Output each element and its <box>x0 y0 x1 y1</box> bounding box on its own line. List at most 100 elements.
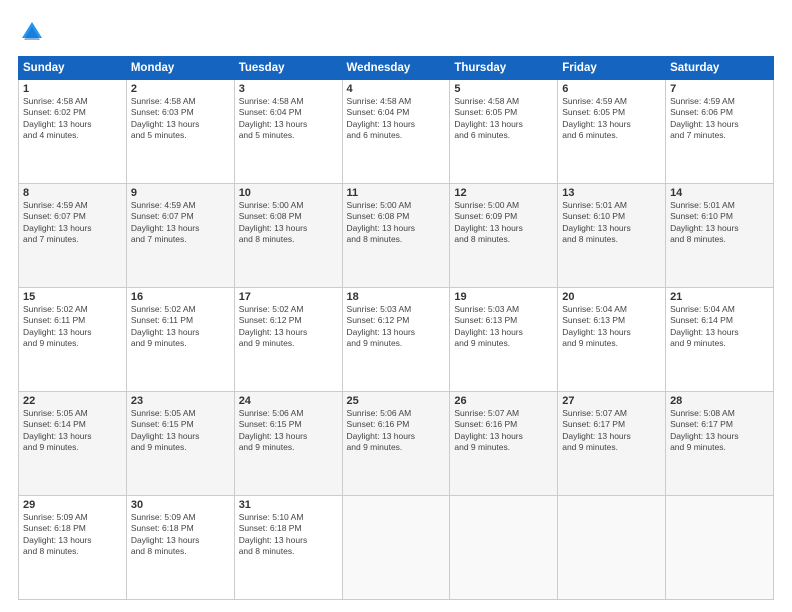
day-info: Sunrise: 4:59 AMSunset: 6:05 PMDaylight:… <box>562 96 631 140</box>
calendar-week-5: 29 Sunrise: 5:09 AMSunset: 6:18 PMDaylig… <box>19 496 774 600</box>
day-info: Sunrise: 4:59 AMSunset: 6:06 PMDaylight:… <box>670 96 739 140</box>
calendar-cell: 18 Sunrise: 5:03 AMSunset: 6:12 PMDaylig… <box>342 288 450 392</box>
day-info: Sunrise: 5:06 AMSunset: 6:16 PMDaylight:… <box>347 408 416 452</box>
day-number: 25 <box>347 395 446 407</box>
calendar-table: SundayMondayTuesdayWednesdayThursdayFrid… <box>18 56 774 600</box>
calendar-cell: 16 Sunrise: 5:02 AMSunset: 6:11 PMDaylig… <box>126 288 234 392</box>
day-info: Sunrise: 4:58 AMSunset: 6:03 PMDaylight:… <box>131 96 200 140</box>
day-info: Sunrise: 5:05 AMSunset: 6:14 PMDaylight:… <box>23 408 92 452</box>
day-number: 23 <box>131 395 230 407</box>
calendar-cell: 2 Sunrise: 4:58 AMSunset: 6:03 PMDayligh… <box>126 80 234 184</box>
day-info: Sunrise: 5:08 AMSunset: 6:17 PMDaylight:… <box>670 408 739 452</box>
day-info: Sunrise: 5:10 AMSunset: 6:18 PMDaylight:… <box>239 512 308 556</box>
day-info: Sunrise: 4:58 AMSunset: 6:02 PMDaylight:… <box>23 96 92 140</box>
weekday-header-sunday: Sunday <box>19 57 127 80</box>
calendar-cell: 26 Sunrise: 5:07 AMSunset: 6:16 PMDaylig… <box>450 392 558 496</box>
day-number: 30 <box>131 499 230 511</box>
calendar-cell: 8 Sunrise: 4:59 AMSunset: 6:07 PMDayligh… <box>19 184 127 288</box>
day-number: 3 <box>239 83 338 95</box>
day-info: Sunrise: 5:01 AMSunset: 6:10 PMDaylight:… <box>670 200 739 244</box>
day-info: Sunrise: 4:58 AMSunset: 6:04 PMDaylight:… <box>347 96 416 140</box>
calendar-cell <box>450 496 558 600</box>
day-info: Sunrise: 5:07 AMSunset: 6:16 PMDaylight:… <box>454 408 523 452</box>
day-info: Sunrise: 4:58 AMSunset: 6:04 PMDaylight:… <box>239 96 308 140</box>
day-number: 31 <box>239 499 338 511</box>
calendar-cell: 15 Sunrise: 5:02 AMSunset: 6:11 PMDaylig… <box>19 288 127 392</box>
day-number: 5 <box>454 83 553 95</box>
calendar-cell: 5 Sunrise: 4:58 AMSunset: 6:05 PMDayligh… <box>450 80 558 184</box>
day-number: 19 <box>454 291 553 303</box>
day-number: 26 <box>454 395 553 407</box>
day-info: Sunrise: 5:09 AMSunset: 6:18 PMDaylight:… <box>23 512 92 556</box>
weekday-header-wednesday: Wednesday <box>342 57 450 80</box>
calendar-cell: 4 Sunrise: 4:58 AMSunset: 6:04 PMDayligh… <box>342 80 450 184</box>
calendar-cell: 21 Sunrise: 5:04 AMSunset: 6:14 PMDaylig… <box>666 288 774 392</box>
calendar-week-2: 8 Sunrise: 4:59 AMSunset: 6:07 PMDayligh… <box>19 184 774 288</box>
calendar-cell: 14 Sunrise: 5:01 AMSunset: 6:10 PMDaylig… <box>666 184 774 288</box>
weekday-header-saturday: Saturday <box>666 57 774 80</box>
calendar-cell: 12 Sunrise: 5:00 AMSunset: 6:09 PMDaylig… <box>450 184 558 288</box>
day-info: Sunrise: 5:03 AMSunset: 6:13 PMDaylight:… <box>454 304 523 348</box>
day-info: Sunrise: 5:06 AMSunset: 6:15 PMDaylight:… <box>239 408 308 452</box>
calendar-header: SundayMondayTuesdayWednesdayThursdayFrid… <box>19 57 774 80</box>
logo <box>18 18 50 46</box>
calendar-cell: 31 Sunrise: 5:10 AMSunset: 6:18 PMDaylig… <box>234 496 342 600</box>
weekday-row: SundayMondayTuesdayWednesdayThursdayFrid… <box>19 57 774 80</box>
calendar-cell: 29 Sunrise: 5:09 AMSunset: 6:18 PMDaylig… <box>19 496 127 600</box>
day-info: Sunrise: 5:02 AMSunset: 6:12 PMDaylight:… <box>239 304 308 348</box>
day-info: Sunrise: 4:59 AMSunset: 6:07 PMDaylight:… <box>23 200 92 244</box>
calendar-cell: 20 Sunrise: 5:04 AMSunset: 6:13 PMDaylig… <box>558 288 666 392</box>
calendar-week-1: 1 Sunrise: 4:58 AMSunset: 6:02 PMDayligh… <box>19 80 774 184</box>
day-info: Sunrise: 5:00 AMSunset: 6:08 PMDaylight:… <box>347 200 416 244</box>
calendar-cell <box>666 496 774 600</box>
day-number: 21 <box>670 291 769 303</box>
day-info: Sunrise: 5:04 AMSunset: 6:13 PMDaylight:… <box>562 304 631 348</box>
calendar-body: 1 Sunrise: 4:58 AMSunset: 6:02 PMDayligh… <box>19 80 774 600</box>
calendar-cell: 24 Sunrise: 5:06 AMSunset: 6:15 PMDaylig… <box>234 392 342 496</box>
calendar-cell: 1 Sunrise: 4:58 AMSunset: 6:02 PMDayligh… <box>19 80 127 184</box>
day-number: 15 <box>23 291 122 303</box>
day-number: 13 <box>562 187 661 199</box>
day-info: Sunrise: 5:02 AMSunset: 6:11 PMDaylight:… <box>131 304 200 348</box>
day-number: 29 <box>23 499 122 511</box>
day-number: 9 <box>131 187 230 199</box>
calendar-cell: 22 Sunrise: 5:05 AMSunset: 6:14 PMDaylig… <box>19 392 127 496</box>
calendar-cell: 17 Sunrise: 5:02 AMSunset: 6:12 PMDaylig… <box>234 288 342 392</box>
calendar-cell: 13 Sunrise: 5:01 AMSunset: 6:10 PMDaylig… <box>558 184 666 288</box>
day-info: Sunrise: 5:03 AMSunset: 6:12 PMDaylight:… <box>347 304 416 348</box>
calendar-cell: 11 Sunrise: 5:00 AMSunset: 6:08 PMDaylig… <box>342 184 450 288</box>
day-number: 11 <box>347 187 446 199</box>
weekday-header-monday: Monday <box>126 57 234 80</box>
day-number: 27 <box>562 395 661 407</box>
page: SundayMondayTuesdayWednesdayThursdayFrid… <box>0 0 792 612</box>
day-number: 4 <box>347 83 446 95</box>
calendar-week-4: 22 Sunrise: 5:05 AMSunset: 6:14 PMDaylig… <box>19 392 774 496</box>
calendar-cell <box>558 496 666 600</box>
day-number: 12 <box>454 187 553 199</box>
day-number: 16 <box>131 291 230 303</box>
day-number: 28 <box>670 395 769 407</box>
day-info: Sunrise: 5:04 AMSunset: 6:14 PMDaylight:… <box>670 304 739 348</box>
day-number: 1 <box>23 83 122 95</box>
day-number: 22 <box>23 395 122 407</box>
day-number: 14 <box>670 187 769 199</box>
calendar-cell: 7 Sunrise: 4:59 AMSunset: 6:06 PMDayligh… <box>666 80 774 184</box>
calendar-cell: 27 Sunrise: 5:07 AMSunset: 6:17 PMDaylig… <box>558 392 666 496</box>
calendar-cell: 28 Sunrise: 5:08 AMSunset: 6:17 PMDaylig… <box>666 392 774 496</box>
calendar-cell: 10 Sunrise: 5:00 AMSunset: 6:08 PMDaylig… <box>234 184 342 288</box>
weekday-header-tuesday: Tuesday <box>234 57 342 80</box>
day-info: Sunrise: 5:02 AMSunset: 6:11 PMDaylight:… <box>23 304 92 348</box>
calendar-cell: 19 Sunrise: 5:03 AMSunset: 6:13 PMDaylig… <box>450 288 558 392</box>
day-number: 20 <box>562 291 661 303</box>
weekday-header-thursday: Thursday <box>450 57 558 80</box>
calendar-cell: 30 Sunrise: 5:09 AMSunset: 6:18 PMDaylig… <box>126 496 234 600</box>
day-info: Sunrise: 5:01 AMSunset: 6:10 PMDaylight:… <box>562 200 631 244</box>
day-number: 7 <box>670 83 769 95</box>
day-number: 24 <box>239 395 338 407</box>
calendar-cell: 9 Sunrise: 4:59 AMSunset: 6:07 PMDayligh… <box>126 184 234 288</box>
day-number: 2 <box>131 83 230 95</box>
day-info: Sunrise: 5:07 AMSunset: 6:17 PMDaylight:… <box>562 408 631 452</box>
day-info: Sunrise: 4:58 AMSunset: 6:05 PMDaylight:… <box>454 96 523 140</box>
day-info: Sunrise: 5:05 AMSunset: 6:15 PMDaylight:… <box>131 408 200 452</box>
day-info: Sunrise: 4:59 AMSunset: 6:07 PMDaylight:… <box>131 200 200 244</box>
